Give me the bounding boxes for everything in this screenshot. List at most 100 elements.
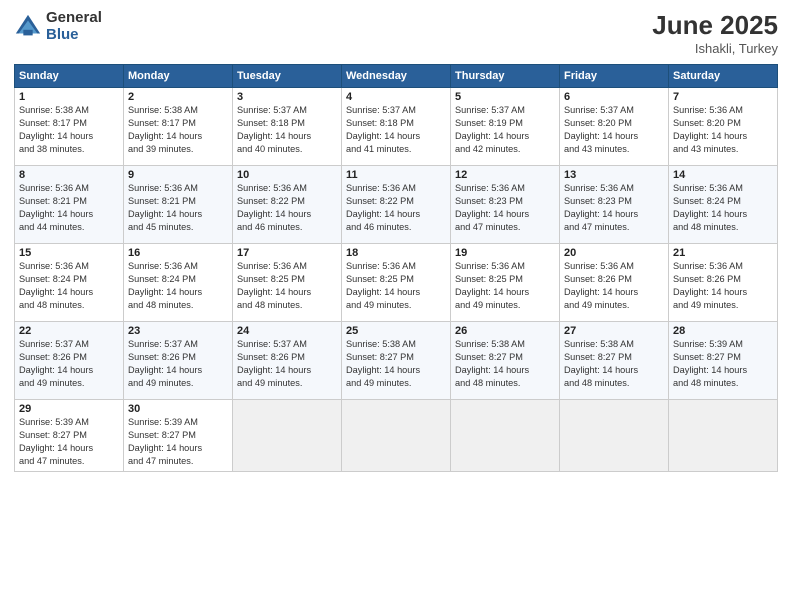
- table-row: 21 Sunrise: 5:36 AMSunset: 8:26 PMDayligh…: [669, 244, 778, 322]
- day-info: Sunrise: 5:37 AMSunset: 8:26 PMDaylight:…: [19, 339, 93, 388]
- logo-icon: [14, 13, 42, 41]
- col-wednesday: Wednesday: [342, 65, 451, 88]
- day-number: 5: [455, 91, 555, 103]
- table-row: [560, 400, 669, 472]
- day-number: 19: [455, 247, 555, 259]
- col-thursday: Thursday: [451, 65, 560, 88]
- day-info: Sunrise: 5:37 AMSunset: 8:26 PMDaylight:…: [237, 339, 311, 388]
- day-info: Sunrise: 5:38 AMSunset: 8:27 PMDaylight:…: [564, 339, 638, 388]
- day-number: 2: [128, 91, 228, 103]
- day-info: Sunrise: 5:36 AMSunset: 8:25 PMDaylight:…: [455, 261, 529, 310]
- day-number: 25: [346, 325, 446, 337]
- day-info: Sunrise: 5:37 AMSunset: 8:26 PMDaylight:…: [128, 339, 202, 388]
- table-row: 19 Sunrise: 5:36 AMSunset: 8:25 PMDayligh…: [451, 244, 560, 322]
- day-number: 14: [673, 169, 773, 181]
- day-number: 16: [128, 247, 228, 259]
- table-row: 26Sunrise: 5:38 AMSunset: 8:27 PMDayligh…: [451, 322, 560, 400]
- day-info: Sunrise: 5:36 AMSunset: 8:20 PMDaylight:…: [673, 105, 747, 154]
- day-number: 15: [19, 247, 119, 259]
- day-info: Sunrise: 5:38 AMSunset: 8:17 PMDaylight:…: [128, 105, 202, 154]
- logo-general: General: [46, 10, 102, 27]
- day-info: Sunrise: 5:36 AMSunset: 8:25 PMDaylight:…: [346, 261, 420, 310]
- table-row: 6 Sunrise: 5:37 AMSunset: 8:20 PMDaylight…: [560, 88, 669, 166]
- table-row: 13Sunrise: 5:36 AMSunset: 8:23 PMDayligh…: [560, 166, 669, 244]
- day-number: 8: [19, 169, 119, 181]
- table-row: 29 Sunrise: 5:39 AMSunset: 8:27 PMDayligh…: [15, 400, 124, 472]
- day-info: Sunrise: 5:36 AMSunset: 8:22 PMDaylight:…: [346, 183, 420, 232]
- title-block: June 2025 Ishakli, Turkey: [652, 10, 778, 56]
- table-row: [669, 400, 778, 472]
- table-row: 15 Sunrise: 5:36 AMSunset: 8:24 PMDayligh…: [15, 244, 124, 322]
- day-info: Sunrise: 5:37 AMSunset: 8:19 PMDaylight:…: [455, 105, 529, 154]
- day-info: Sunrise: 5:37 AMSunset: 8:18 PMDaylight:…: [237, 105, 311, 154]
- day-number: 6: [564, 91, 664, 103]
- day-number: 21: [673, 247, 773, 259]
- day-number: 10: [237, 169, 337, 181]
- col-friday: Friday: [560, 65, 669, 88]
- day-number: 20: [564, 247, 664, 259]
- week-row-1: 1 Sunrise: 5:38 AMSunset: 8:17 PMDaylight…: [15, 88, 778, 166]
- calendar-table: Sunday Monday Tuesday Wednesday Thursday…: [14, 64, 778, 472]
- day-number: 4: [346, 91, 446, 103]
- day-number: 30: [128, 403, 228, 415]
- day-number: 23: [128, 325, 228, 337]
- table-row: 23 Sunrise: 5:37 AMSunset: 8:26 PMDayligh…: [124, 322, 233, 400]
- table-row: 4 Sunrise: 5:37 AMSunset: 8:18 PMDaylight…: [342, 88, 451, 166]
- header: General Blue June 2025 Ishakli, Turkey: [14, 10, 778, 56]
- day-number: 26: [455, 325, 555, 337]
- table-row: 25 Sunrise: 5:38 AMSunset: 8:27 PMDayligh…: [342, 322, 451, 400]
- day-info: Sunrise: 5:38 AMSunset: 8:17 PMDaylight:…: [19, 105, 93, 154]
- calendar-subtitle: Ishakli, Turkey: [652, 41, 778, 56]
- page: General Blue June 2025 Ishakli, Turkey S…: [0, 0, 792, 612]
- day-info: Sunrise: 5:38 AMSunset: 8:27 PMDaylight:…: [346, 339, 420, 388]
- day-info: Sunrise: 5:39 AMSunset: 8:27 PMDaylight:…: [673, 339, 747, 388]
- day-info: Sunrise: 5:37 AMSunset: 8:18 PMDaylight:…: [346, 105, 420, 154]
- week-row-2: 8 Sunrise: 5:36 AMSunset: 8:21 PMDaylight…: [15, 166, 778, 244]
- day-number: 9: [128, 169, 228, 181]
- week-row-4: 22Sunrise: 5:37 AMSunset: 8:26 PMDayligh…: [15, 322, 778, 400]
- table-row: 2 Sunrise: 5:38 AMSunset: 8:17 PMDaylight…: [124, 88, 233, 166]
- day-number: 27: [564, 325, 664, 337]
- table-row: 1 Sunrise: 5:38 AMSunset: 8:17 PMDaylight…: [15, 88, 124, 166]
- day-info: Sunrise: 5:36 AMSunset: 8:25 PMDaylight:…: [237, 261, 311, 310]
- day-number: 29: [19, 403, 119, 415]
- table-row: 8 Sunrise: 5:36 AMSunset: 8:21 PMDaylight…: [15, 166, 124, 244]
- table-row: [342, 400, 451, 472]
- day-number: 3: [237, 91, 337, 103]
- day-number: 7: [673, 91, 773, 103]
- day-info: Sunrise: 5:36 AMSunset: 8:24 PMDaylight:…: [19, 261, 93, 310]
- logo-blue: Blue: [46, 27, 102, 44]
- day-number: 11: [346, 169, 446, 181]
- day-info: Sunrise: 5:37 AMSunset: 8:20 PMDaylight:…: [564, 105, 638, 154]
- table-row: 16 Sunrise: 5:36 AMSunset: 8:24 PMDayligh…: [124, 244, 233, 322]
- day-info: Sunrise: 5:39 AMSunset: 8:27 PMDaylight:…: [19, 417, 93, 466]
- col-sunday: Sunday: [15, 65, 124, 88]
- table-row: [233, 400, 342, 472]
- day-info: Sunrise: 5:36 AMSunset: 8:23 PMDaylight:…: [455, 183, 529, 232]
- day-number: 28: [673, 325, 773, 337]
- table-row: 17Sunrise: 5:36 AMSunset: 8:25 PMDayligh…: [233, 244, 342, 322]
- day-info: Sunrise: 5:36 AMSunset: 8:26 PMDaylight:…: [673, 261, 747, 310]
- table-row: 3 Sunrise: 5:37 AMSunset: 8:18 PMDaylight…: [233, 88, 342, 166]
- col-tuesday: Tuesday: [233, 65, 342, 88]
- day-info: Sunrise: 5:36 AMSunset: 8:24 PMDaylight:…: [128, 261, 202, 310]
- table-row: 5 Sunrise: 5:37 AMSunset: 8:19 PMDaylight…: [451, 88, 560, 166]
- table-row: [451, 400, 560, 472]
- col-saturday: Saturday: [669, 65, 778, 88]
- day-info: Sunrise: 5:36 AMSunset: 8:26 PMDaylight:…: [564, 261, 638, 310]
- table-row: 14 Sunrise: 5:36 AMSunset: 8:24 PMDayligh…: [669, 166, 778, 244]
- table-row: 22Sunrise: 5:37 AMSunset: 8:26 PMDayligh…: [15, 322, 124, 400]
- day-number: 1: [19, 91, 119, 103]
- week-row-3: 15 Sunrise: 5:36 AMSunset: 8:24 PMDayligh…: [15, 244, 778, 322]
- table-row: 27 Sunrise: 5:38 AMSunset: 8:27 PMDayligh…: [560, 322, 669, 400]
- col-monday: Monday: [124, 65, 233, 88]
- logo-text: General Blue: [46, 10, 102, 43]
- day-info: Sunrise: 5:36 AMSunset: 8:21 PMDaylight:…: [19, 183, 93, 232]
- table-row: 12Sunrise: 5:36 AMSunset: 8:23 PMDayligh…: [451, 166, 560, 244]
- table-row: 9Sunrise: 5:36 AMSunset: 8:21 PMDaylight…: [124, 166, 233, 244]
- day-info: Sunrise: 5:36 AMSunset: 8:24 PMDaylight:…: [673, 183, 747, 232]
- day-number: 13: [564, 169, 664, 181]
- logo: General Blue: [14, 10, 102, 43]
- week-row-5: 29 Sunrise: 5:39 AMSunset: 8:27 PMDayligh…: [15, 400, 778, 472]
- day-number: 18: [346, 247, 446, 259]
